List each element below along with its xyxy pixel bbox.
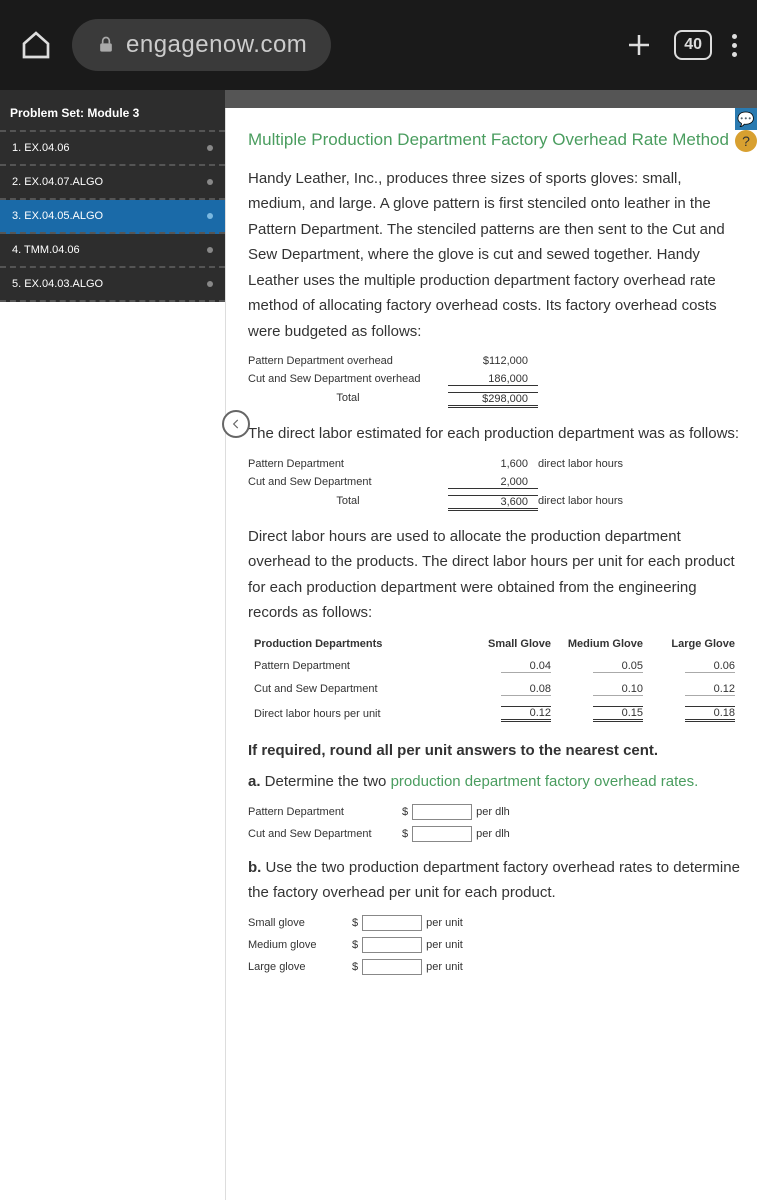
round-note: If required, round all per unit answers … (248, 738, 741, 764)
input-row: Pattern Department$per dlh (248, 801, 741, 823)
input-row: Medium glove$per unit (248, 934, 741, 956)
menu-icon[interactable] (732, 34, 737, 57)
question-a: a. Determine the two production departme… (248, 769, 741, 795)
home-icon[interactable] (20, 29, 52, 61)
paragraph: Direct labor hours are used to allocate … (248, 524, 741, 626)
question-a-inputs: Pattern Department$per dlh Cut and Sew D… (248, 801, 741, 845)
medium-glove-input[interactable] (362, 937, 422, 953)
sidebar-item-2[interactable]: 2. EX.04.07.ALGO (0, 166, 225, 200)
problem-title: Multiple Production Department Factory O… (248, 128, 741, 152)
table-row: Pattern Department1,600direct labor hour… (248, 455, 741, 473)
sidebar-item-label: 4. TMM.04.06 (12, 244, 80, 256)
table-row: Cut and Sew Department2,000 (248, 473, 741, 492)
sidebar-item-4[interactable]: 4. TMM.04.06 (0, 234, 225, 268)
sidebar-item-5[interactable]: 5. EX.04.03.ALGO (0, 268, 225, 302)
collapse-sidebar-button[interactable] (222, 410, 250, 438)
tab-count[interactable]: 40 (674, 30, 712, 60)
problem-set-sidebar: Problem Set: Module 3 1. EX.04.06 2. EX.… (0, 90, 225, 1200)
sidebar-item-label: 1. EX.04.06 (12, 142, 70, 154)
large-glove-input[interactable] (362, 959, 422, 975)
dlh-table: Production Departments Small Glove Mediu… (248, 632, 741, 728)
paragraph: The direct labor estimated for each prod… (248, 421, 741, 447)
sidebar-item-label: 5. EX.04.03.ALGO (12, 278, 103, 290)
problem-content: Multiple Production Department Factory O… (225, 108, 757, 1200)
status-dot-icon (207, 179, 213, 185)
status-dot-icon (207, 145, 213, 151)
glossary-link[interactable]: production department factory overhead r… (391, 773, 699, 790)
browser-toolbar: engagenow.com 40 (0, 0, 757, 90)
help-question-icon[interactable]: ? (735, 130, 757, 152)
table-header-row: Production Departments Small Glove Mediu… (250, 634, 739, 654)
table-row: Cut and Sew Department overhead186,000 (248, 370, 741, 389)
status-dot-icon (207, 213, 213, 219)
question-b-inputs: Small glove$per unit Medium glove$per un… (248, 912, 741, 978)
table-row-total: Total$298,000 (248, 389, 741, 411)
small-glove-input[interactable] (362, 915, 422, 931)
table-row: Pattern Department0.040.050.06 (250, 656, 739, 677)
overhead-table: Pattern Department overhead$112,000 Cut … (248, 352, 741, 411)
lock-icon (96, 35, 116, 55)
pattern-rate-input[interactable] (412, 804, 472, 820)
table-row: Cut and Sew Department0.080.100.12 (250, 679, 739, 700)
table-row-total: Direct labor hours per unit0.120.150.18 (250, 702, 739, 726)
labor-table: Pattern Department1,600direct labor hour… (248, 455, 741, 514)
input-row: Cut and Sew Department$per dlh (248, 823, 741, 845)
status-dot-icon (207, 247, 213, 253)
url-bar[interactable]: engagenow.com (72, 19, 331, 71)
sidebar-item-1[interactable]: 1. EX.04.06 (0, 132, 225, 166)
new-tab-icon[interactable] (624, 30, 654, 60)
sidebar-item-label: 2. EX.04.07.ALGO (12, 176, 103, 188)
url-text: engagenow.com (126, 31, 307, 59)
app-area: Problem Set: Module 3 1. EX.04.06 2. EX.… (0, 90, 757, 1200)
help-chat-icon[interactable]: 💬 (735, 108, 757, 130)
table-row: Pattern Department overhead$112,000 (248, 352, 741, 370)
cutsew-rate-input[interactable] (412, 826, 472, 842)
chevron-left-icon (229, 417, 243, 431)
sidebar-item-label: 3. EX.04.05.ALGO (12, 210, 103, 222)
input-row: Small glove$per unit (248, 912, 741, 934)
question-b: b. Use the two production department fac… (248, 855, 741, 906)
input-row: Large glove$per unit (248, 956, 741, 978)
side-tools: 💬 ? (735, 108, 757, 152)
intro-paragraph: Handy Leather, Inc., produces three size… (248, 166, 741, 345)
sidebar-header: Problem Set: Module 3 (0, 90, 225, 132)
table-row-total: Total3,600direct labor hours (248, 492, 741, 514)
status-dot-icon (207, 281, 213, 287)
sidebar-item-3[interactable]: 3. EX.04.05.ALGO (0, 200, 225, 234)
